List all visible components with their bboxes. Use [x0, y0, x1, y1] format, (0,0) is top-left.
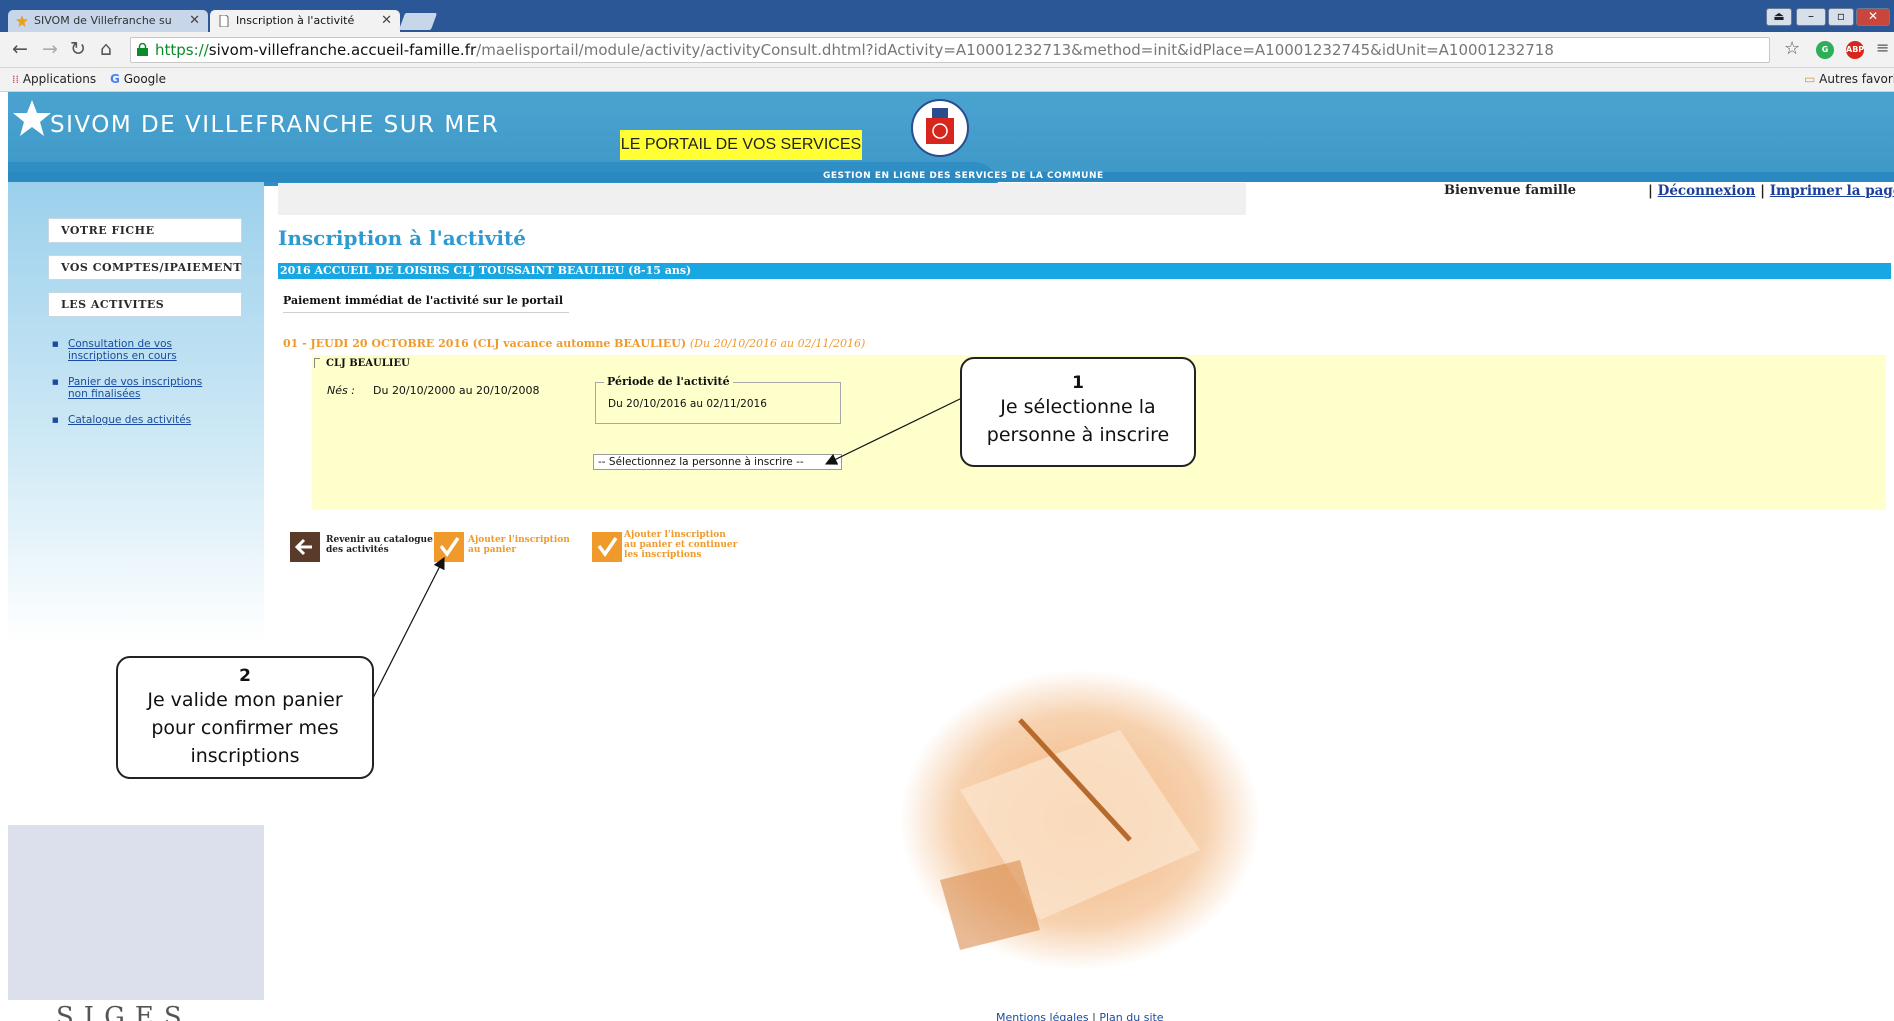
screen: SIVOM de Villefranche su ✕ Inscription à… [0, 0, 1894, 1021]
callout-line: inscriptions [190, 745, 300, 767]
callout-number: 2 [239, 666, 251, 686]
callout-line: personne à inscrire [986, 424, 1170, 446]
callout-line: Je sélectionne la [1000, 396, 1156, 418]
footer-links: Mentions légales | Plan du site [996, 1011, 1164, 1021]
legal-link[interactable]: Mentions légales [996, 1011, 1089, 1021]
callout-arrows [371, 397, 963, 701]
callout-step-2: 2 Je valide mon panier pour confirmer me… [116, 656, 374, 779]
sitemap-link[interactable]: Plan du site [1099, 1011, 1163, 1021]
callout-step-1: 1 Je sélectionne la personne à inscrire [960, 357, 1196, 467]
callout-line: pour confirmer mes [151, 717, 339, 739]
callout-line: Je valide mon panier [147, 689, 343, 711]
callout-number: 1 [1072, 373, 1084, 393]
separator: | [1092, 1011, 1096, 1021]
